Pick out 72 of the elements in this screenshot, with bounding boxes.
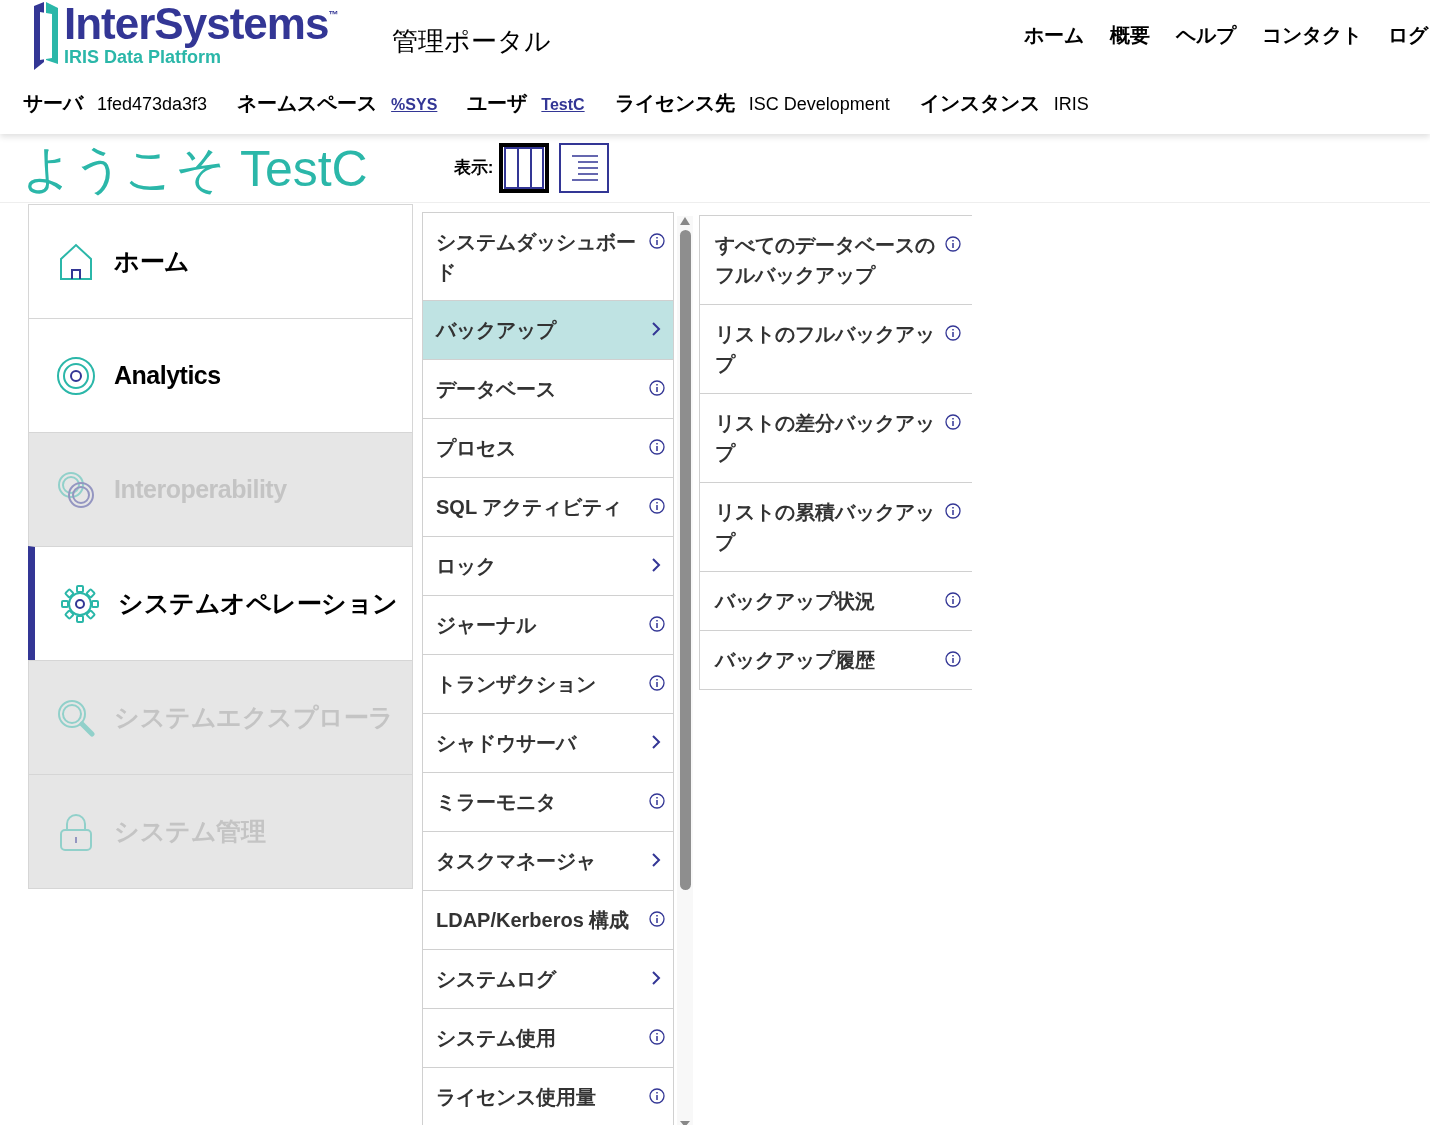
menu-item[interactable]: SQL アクティビティ <box>422 477 674 537</box>
info-icon <box>945 325 961 341</box>
menu-item[interactable]: ジャーナル <box>422 595 674 655</box>
info-icon <box>945 651 961 667</box>
info-value: IRIS <box>1053 93 1089 116</box>
welcome-heading: ようこそ TestC <box>22 139 368 199</box>
nav-link[interactable]: ログ <box>1388 20 1428 50</box>
menu-item[interactable]: LDAP/Kerberos 構成 <box>422 890 674 950</box>
menu-item[interactable]: ロック <box>422 536 674 596</box>
info-icon <box>649 380 665 396</box>
menu-item[interactable]: ミラーモニタ <box>422 772 674 832</box>
scrollbar[interactable] <box>677 216 693 1125</box>
menu-item[interactable]: タスクマネージャ <box>422 831 674 891</box>
info-value: ISC Development <box>748 93 890 116</box>
info-icon <box>649 233 665 249</box>
category-item[interactable]: Analytics <box>28 318 413 433</box>
info-icon <box>649 1029 665 1045</box>
nav-link[interactable]: コンタクト <box>1262 20 1362 50</box>
columns-icon <box>504 147 545 189</box>
menu-item[interactable]: ライセンス使用量 <box>422 1067 674 1125</box>
info-link[interactable]: TestC <box>541 93 585 117</box>
info-icon <box>649 1088 665 1104</box>
chevron-right-icon <box>651 734 661 750</box>
trademark: ™ <box>328 10 339 20</box>
logo-subtitle: IRIS Data Platform <box>64 48 222 66</box>
info-icon <box>945 236 961 252</box>
info-icon <box>945 503 961 519</box>
chevron-right-icon <box>651 852 661 868</box>
menu-item[interactable]: シャドウサーバ <box>422 713 674 773</box>
submenu-item[interactable]: すべてのデータベースのフルバックアップ <box>699 215 972 305</box>
nav-link[interactable]: 概要 <box>1110 20 1150 50</box>
info-label: ユーザ <box>467 91 528 116</box>
logo-wordmark: InterSystems <box>64 2 329 46</box>
info-icon <box>649 616 665 632</box>
scroll-up-icon[interactable] <box>679 216 691 226</box>
info-icon <box>945 592 961 608</box>
menu-item[interactable]: データベース <box>422 359 674 419</box>
column-view-button[interactable] <box>499 143 550 193</box>
chevron-right-icon <box>651 321 661 337</box>
menu-item[interactable]: トランザクション <box>422 654 674 714</box>
info-icon <box>649 793 665 809</box>
menu-item[interactable]: バックアップ <box>422 300 674 360</box>
submenu-item[interactable]: バックアップ履歴 <box>699 630 972 690</box>
category-item[interactable]: ホーム <box>28 204 413 319</box>
info-label: サーバ <box>23 91 83 116</box>
scrollbar-thumb[interactable] <box>679 230 691 890</box>
info-icon <box>649 675 665 691</box>
info-icon <box>649 498 665 514</box>
category-item[interactable]: システムオペレーション <box>28 546 413 661</box>
info-icon <box>649 911 665 927</box>
nav-link[interactable]: ヘルプ <box>1176 20 1236 50</box>
menu-item[interactable]: システム使用 <box>422 1008 674 1068</box>
menu-item[interactable]: システムログ <box>422 949 674 1009</box>
rings-icon <box>56 469 96 510</box>
search-icon <box>56 697 96 738</box>
gear-icon <box>60 583 100 624</box>
menu-item[interactable]: プロセス <box>422 418 674 478</box>
target-icon <box>56 355 96 396</box>
info-label: ライセンス先 <box>614 91 735 116</box>
info-label: ネームスペース <box>237 91 378 116</box>
chevron-right-icon <box>651 970 661 986</box>
list-view-button[interactable] <box>559 143 610 193</box>
portal-title: 管理ポータル <box>392 25 552 58</box>
menu-item[interactable]: システムダッシュボード <box>422 212 674 301</box>
info-value: 1fed473da3f3 <box>97 93 208 116</box>
view-label: 表示: <box>453 157 494 180</box>
chevron-right-icon <box>651 557 661 573</box>
nav-link[interactable]: ホーム <box>1024 20 1084 50</box>
info-label: インスタンス <box>919 91 1040 116</box>
info-icon <box>945 414 961 430</box>
info-icon <box>649 439 665 455</box>
info-link[interactable]: %SYS <box>391 93 438 117</box>
